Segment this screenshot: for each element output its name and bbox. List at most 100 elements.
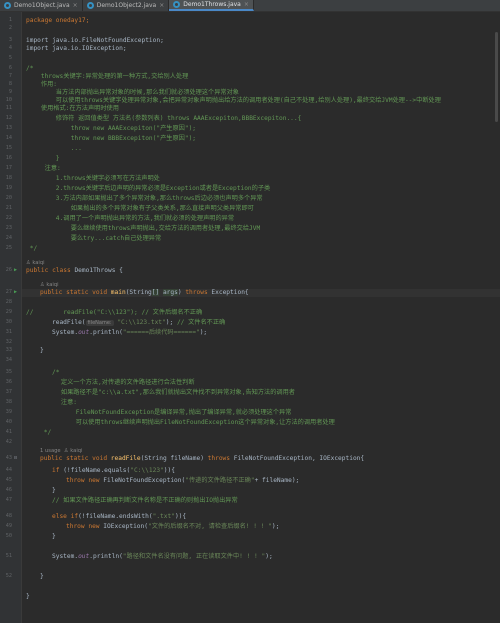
vertical-scrollbar[interactable] [495, 32, 498, 122]
code-editor[interactable]: package oneday17; import java.io.FileNot… [22, 12, 500, 623]
line-number[interactable]: 42 [0, 439, 12, 445]
fold-icon[interactable]: ⊟ [14, 455, 17, 461]
doc-comment: 注意: [26, 165, 61, 172]
line-number[interactable]: 8 [0, 81, 12, 87]
line-number[interactable]: 48 [0, 513, 12, 519]
line-number[interactable]: 15 [0, 145, 12, 151]
line-number[interactable]: 45 [0, 477, 12, 483]
line-number[interactable]: 1 [0, 17, 12, 23]
line-number[interactable]: 27 [0, 289, 12, 295]
doc-comment: 可以使用throws继续声明抛出FileNotFoundException这个异… [46, 419, 335, 426]
class-declaration: public class Demo1Throws { [26, 267, 123, 274]
line-number[interactable]: 6 [0, 65, 12, 71]
line-number[interactable]: 29 [0, 309, 12, 315]
line-number[interactable]: 51 [0, 553, 12, 559]
line-number[interactable]: 39 [0, 409, 12, 415]
line-number[interactable]: 46 [0, 487, 12, 493]
package-statement: package oneday17; [26, 17, 90, 24]
line-number[interactable]: 32 [0, 339, 12, 345]
code-line: import java.io.IOException; [26, 45, 127, 53]
close-icon[interactable]: × [73, 2, 78, 9]
doc-comment: 定义一个方法,对传递的文件路径进行合法性判断 [46, 379, 195, 386]
doc-comment: 可以使用throws关键字处理异常对象,会把异常对象声明抛出给方法的调用者处理(… [26, 97, 441, 104]
line-number[interactable]: 20 [0, 195, 12, 201]
line-number-gutter[interactable]: 1 2 3 4 5 6 7 8 9 10 11 12 13 14 15 16 17 18 19 20 21 22 23 24 2… [0, 12, 22, 623]
line-number[interactable]: 17 [0, 165, 12, 171]
line-number[interactable]: 43 [0, 455, 12, 461]
tab-demo1throws[interactable]: Demo1Throws.java × [169, 0, 254, 11]
editor-tab-bar: Demo1Object.java × Demo1Object2.java × D… [0, 0, 500, 12]
line-number[interactable]: 50 [0, 533, 12, 539]
doc-comment: ... [26, 145, 82, 152]
line-number[interactable]: 7 [0, 73, 12, 79]
java-file-icon [86, 2, 94, 9]
line-number[interactable]: 23 [0, 225, 12, 231]
line-number[interactable]: 14 [0, 135, 12, 141]
main-method-declaration: public static void main(String[] args) t… [40, 289, 249, 296]
tab-demo1object[interactable]: Demo1Object.java × [0, 0, 83, 11]
code-line: package oneday17; [26, 17, 89, 25]
inline-comment: // 如果文件路径正确再判断文件名称是不正确的则抛出IO抛出异常 [52, 497, 238, 504]
run-icon[interactable]: ▶ [14, 267, 17, 273]
line-number[interactable]: 19 [0, 185, 12, 191]
line-number[interactable]: 22 [0, 215, 12, 221]
readfile-declaration: public static void readFile(String fileN… [40, 455, 365, 462]
usage-count[interactable]: 1 usage [40, 448, 61, 454]
line-number[interactable]: 25 [0, 245, 12, 251]
line-number[interactable]: 28 [0, 299, 12, 305]
doc-comment: 要么try...catch自己处理异常 [26, 235, 162, 242]
line-number[interactable]: 26 [0, 267, 12, 273]
commented-call: // readFile("C:\\123"); // 文件后缀名不正确 [26, 309, 203, 316]
line-number[interactable]: 11 [0, 105, 12, 111]
line-number[interactable]: 12 [0, 115, 12, 121]
doc-comment: 使用格式:在方法声明时使用 [26, 105, 119, 112]
line-number[interactable]: 38 [0, 399, 12, 405]
line-number[interactable]: 5 [0, 55, 12, 61]
line-number[interactable]: 13 [0, 125, 12, 131]
doc-comment: 3.方法内部如果抛出了多个异常对象,那么throws后边必须也声明多个异常 [26, 195, 263, 202]
line-number[interactable]: 33 [0, 347, 12, 353]
line-number[interactable]: 10 [0, 97, 12, 103]
line-number[interactable]: 4 [0, 45, 12, 51]
println-statement: System.out.println("路径和文件名没有问题, 正在读取文件中!… [52, 553, 273, 560]
else-if-statement: else if(!fileName.endsWith(".txt")){ [52, 513, 187, 520]
doc-comment: 作用: [26, 81, 58, 88]
line-number[interactable]: 2 [0, 25, 12, 31]
doc-comment: 修饰符 返回值类型 方法名(参数列表) throws AAAExcepiton,… [26, 115, 302, 122]
line-number[interactable]: 34 [0, 357, 12, 363]
line-number[interactable]: 40 [0, 419, 12, 425]
tab-label: Demo1Throws.java [183, 1, 241, 8]
line-number[interactable]: 3 [0, 37, 12, 43]
close-icon[interactable]: × [244, 1, 249, 8]
closing-brace: } [26, 593, 30, 600]
line-number[interactable]: 49 [0, 523, 12, 529]
doc-comment: throw new BBBExcepiton("产生原因"); [26, 135, 197, 142]
close-icon[interactable]: × [159, 2, 164, 9]
line-number[interactable]: 31 [0, 329, 12, 335]
line-number[interactable]: 36 [0, 379, 12, 385]
line-number[interactable]: 30 [0, 319, 12, 325]
line-number[interactable]: 37 [0, 389, 12, 395]
line-number[interactable]: 44 [0, 467, 12, 473]
doc-comment: 2.throws关键字后边声明的异常必须是Exception或者是Excepti… [26, 185, 271, 192]
line-number[interactable]: 41 [0, 429, 12, 435]
line-number[interactable]: 47 [0, 497, 12, 503]
line-number[interactable]: 18 [0, 175, 12, 181]
line-number[interactable]: 21 [0, 205, 12, 211]
line-number[interactable]: 16 [0, 155, 12, 161]
run-icon[interactable]: ▶ [14, 289, 17, 295]
doc-comment: throws关键字:异常处理的第一种方式,交给别人处理 [26, 73, 189, 80]
tab-label: Demo1Object2.java [96, 2, 157, 9]
line-number[interactable]: 24 [0, 235, 12, 241]
author-hint[interactable]: ♙ kaiqi [40, 281, 59, 289]
line-number[interactable]: 52 [0, 573, 12, 579]
line-number[interactable]: 35 [0, 369, 12, 375]
author-hint[interactable]: ♙ kaiqi [26, 259, 45, 267]
doc-comment: throw new AAAExcepiton("产生原因"); [26, 125, 197, 132]
usage-hint[interactable]: 1 usage ♙ kaiqi [40, 447, 83, 455]
tab-demo1object2[interactable]: Demo1Object2.java × [83, 0, 170, 11]
closing-brace: } [40, 573, 44, 580]
author-name: kaiqi [46, 282, 59, 288]
import-statement: import java.io.IOException; [26, 45, 127, 52]
line-number[interactable]: 9 [0, 89, 12, 95]
